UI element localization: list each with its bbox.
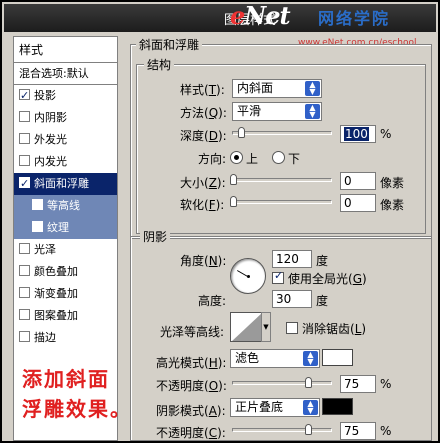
style-item-outer-glow[interactable]: 外发光 xyxy=(14,129,117,151)
bevel-emboss-title: 斜面和浮雕 xyxy=(136,36,203,53)
angle-label: 角度(N): xyxy=(180,254,227,268)
structure-title: 结构 xyxy=(144,56,175,73)
color-overlay-checkbox[interactable] xyxy=(19,265,30,276)
depth-slider[interactable] xyxy=(232,127,332,138)
direction-label: 方向: xyxy=(198,152,227,166)
altitude-unit: 度 xyxy=(316,294,329,308)
size-slider[interactable] xyxy=(230,174,332,185)
shadow-mode-label: 阴影模式(A): xyxy=(156,404,226,418)
style-item-inner-shadow[interactable]: 内阴影 xyxy=(14,107,117,129)
shadow-mode-select[interactable]: 正片叠底 ▲ ▼ xyxy=(230,398,320,417)
anti-aliased-checkbox[interactable] xyxy=(286,322,298,334)
style-label: 样式(T): xyxy=(180,83,225,97)
contour-dropdown-icon[interactable]: ▼ xyxy=(261,312,271,342)
enet-school-text: 网络学院 xyxy=(318,9,391,28)
gradient-overlay-checkbox[interactable] xyxy=(19,287,30,298)
outer-glow-checkbox[interactable] xyxy=(19,133,30,144)
soften-unit: 像素 xyxy=(380,198,405,212)
annotation-line-2: 浮雕效果。 xyxy=(22,397,132,421)
layer-style-dialog: 图层样式 eNet 网络学院 www.eNet.com.cn/eschool 样… xyxy=(0,0,440,443)
texture-checkbox[interactable] xyxy=(32,221,43,232)
size-unit: 像素 xyxy=(380,176,405,190)
highlight-mode-select[interactable]: 滤色 ▲ ▼ xyxy=(230,349,320,368)
highlight-opacity-unit: % xyxy=(380,377,392,391)
highlight-opacity-slider[interactable] xyxy=(232,377,332,388)
direction-down-radio[interactable] xyxy=(272,151,285,164)
shadow-opacity-input[interactable]: 75 xyxy=(340,422,376,440)
contour-checkbox[interactable] xyxy=(32,199,43,210)
angle-dial[interactable] xyxy=(230,258,266,294)
select-arrow-icon: ▲ ▼ xyxy=(305,81,320,96)
shading-title: 阴影 xyxy=(140,228,171,245)
shadow-opacity-slider[interactable] xyxy=(232,424,332,435)
style-item-satin[interactable]: 光泽 xyxy=(14,239,117,261)
highlight-mode-label: 高光模式(H): xyxy=(156,356,227,370)
altitude-input[interactable]: 30 xyxy=(272,290,312,308)
shadow-color-swatch[interactable] xyxy=(322,398,353,415)
highlight-opacity-handle[interactable] xyxy=(305,377,312,388)
highlight-color-swatch[interactable] xyxy=(322,349,353,366)
style-item-inner-glow[interactable]: 内发光 xyxy=(14,151,117,173)
enet-watermark: eNet 网络学院 xyxy=(222,1,432,32)
size-slider-handle[interactable] xyxy=(230,174,237,185)
gloss-contour-preview[interactable] xyxy=(230,312,262,342)
bevel-emboss-panel: 斜面和浮雕 结构 样式(T): 内斜面 ▲ ▼ 方法(Q): 平滑 ▲ ▼ 深度(D):… xyxy=(126,36,438,441)
direction-up-radio[interactable] xyxy=(230,151,243,164)
bevel-emboss-checkbox[interactable] xyxy=(19,173,30,195)
shadow-opacity-handle[interactable] xyxy=(305,424,312,435)
highlight-opacity-label: 不透明度(O): xyxy=(156,379,227,393)
highlight-opacity-input[interactable]: 75 xyxy=(340,375,376,393)
global-light-label: 使用全局光(G) xyxy=(288,272,367,286)
shadow-opacity-unit: % xyxy=(380,424,392,438)
satin-checkbox[interactable] xyxy=(19,243,30,254)
style-item-contour[interactable]: 等高线 xyxy=(14,195,117,217)
technique-label: 方法(Q): xyxy=(180,106,227,120)
direction-down-label: 下 xyxy=(288,152,301,166)
select-arrow-icon: ▲ ▼ xyxy=(305,104,320,119)
size-input[interactable]: 0 xyxy=(340,172,376,190)
soften-slider[interactable] xyxy=(230,196,332,207)
soften-slider-handle[interactable] xyxy=(230,196,237,207)
select-arrow-icon: ▲ ▼ xyxy=(303,400,318,415)
style-item-stroke[interactable]: 描边 xyxy=(14,327,117,349)
technique-select[interactable]: 平滑 ▲ ▼ xyxy=(232,102,322,121)
inner-glow-checkbox[interactable] xyxy=(19,155,30,166)
size-label: 大小(Z): xyxy=(180,176,226,190)
style-item-bevel-emboss[interactable]: 斜面和浮雕 xyxy=(14,173,117,195)
depth-slider-handle[interactable] xyxy=(238,127,245,138)
soften-input[interactable]: 0 xyxy=(340,194,376,212)
depth-input[interactable]: 100 xyxy=(340,125,376,143)
style-item-texture[interactable]: 纹理 xyxy=(14,217,117,239)
stroke-checkbox[interactable] xyxy=(19,331,30,342)
pattern-overlay-checkbox[interactable] xyxy=(19,309,30,320)
blending-options-item[interactable]: 混合选项:默认 xyxy=(14,63,117,85)
angle-input[interactable]: 120 xyxy=(272,250,312,268)
global-light-checkbox[interactable] xyxy=(272,269,284,284)
angle-unit: 度 xyxy=(316,254,329,268)
styles-header[interactable]: 样式 xyxy=(14,37,117,63)
soften-label: 软化(F): xyxy=(180,198,225,212)
depth-unit: % xyxy=(380,127,392,141)
gloss-contour-label: 光泽等高线: xyxy=(160,325,225,339)
select-arrow-icon: ▲ ▼ xyxy=(303,351,318,366)
altitude-label: 高度: xyxy=(198,294,227,308)
style-item-drop-shadow[interactable]: 投影 xyxy=(14,85,117,107)
drop-shadow-checkbox[interactable] xyxy=(19,85,30,107)
direction-up-label: 上 xyxy=(246,152,259,166)
anti-aliased-label: 消除锯齿(L) xyxy=(302,322,367,336)
depth-label: 深度(D): xyxy=(180,129,227,143)
annotation-line-1: 添加斜面 xyxy=(22,367,110,391)
title-bar: 图层样式 eNet 网络学院 xyxy=(4,1,436,32)
style-select[interactable]: 内斜面 ▲ ▼ xyxy=(232,79,322,98)
style-item-gradient-overlay[interactable]: 渐变叠加 xyxy=(14,283,117,305)
style-item-color-overlay[interactable]: 颜色叠加 xyxy=(14,261,117,283)
shadow-opacity-label: 不透明度(C): xyxy=(156,426,226,440)
inner-shadow-checkbox[interactable] xyxy=(19,111,30,122)
style-item-pattern-overlay[interactable]: 图案叠加 xyxy=(14,305,117,327)
enet-logo: eNet xyxy=(230,1,291,30)
